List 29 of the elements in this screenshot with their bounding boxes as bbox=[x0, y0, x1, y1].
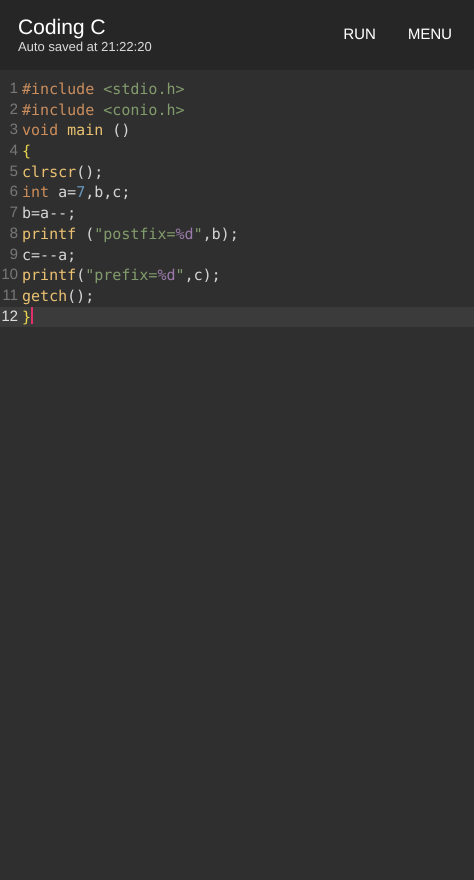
code-line: void main () bbox=[21, 120, 130, 142]
line-number: 8 bbox=[8, 224, 18, 244]
line-number: 1 bbox=[8, 79, 18, 99]
line-number: 11 bbox=[1, 286, 18, 306]
autosave-status: Auto saved at 21:22:20 bbox=[18, 38, 152, 54]
code-line: printf ("postfix=%d",b); bbox=[21, 224, 239, 244]
code-line: int a=7,b,c; bbox=[21, 182, 130, 204]
app-title: Coding C bbox=[18, 16, 107, 39]
line-number: 7 bbox=[8, 203, 18, 224]
code-line: #include <conio.h> bbox=[21, 100, 185, 120]
line-number: 2 bbox=[8, 100, 18, 120]
text-cursor bbox=[31, 306, 34, 324]
code-line: getch(); bbox=[21, 286, 94, 307]
code-line: clrscr(); bbox=[21, 162, 104, 182]
toolbar-action-button[interactable]: RUN bbox=[335, 20, 384, 50]
code-line: { bbox=[21, 141, 32, 162]
line-number: 9 bbox=[8, 244, 18, 264]
code-line: #include <stdio.h> bbox=[21, 79, 185, 100]
toolbar-action-button[interactable]: MENU bbox=[400, 20, 460, 50]
line-number: 10 bbox=[0, 265, 18, 286]
line-number: 3 bbox=[8, 120, 18, 140]
line-number: 4 bbox=[8, 141, 18, 162]
line-number: 5 bbox=[8, 162, 18, 182]
line-number: 6 bbox=[8, 182, 18, 202]
code-line: c=--a; bbox=[21, 244, 76, 266]
code-line: b=a--; bbox=[21, 203, 76, 224]
code-line: } bbox=[21, 306, 32, 328]
code-line: printf("prefix=%d",c); bbox=[21, 265, 221, 286]
line-number: 12 bbox=[0, 306, 18, 327]
